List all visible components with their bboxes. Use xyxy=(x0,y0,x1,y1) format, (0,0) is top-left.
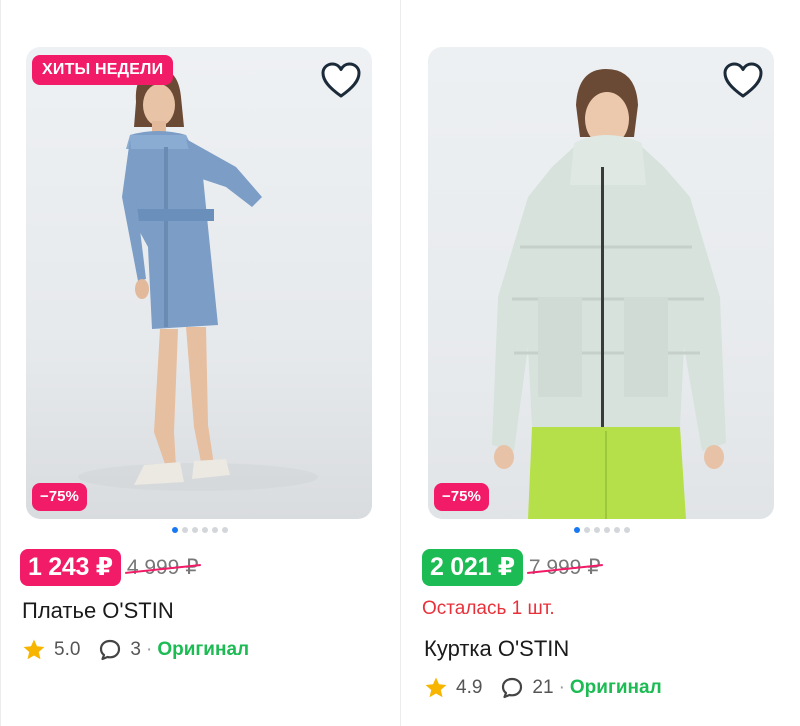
pager-dot-active[interactable] xyxy=(172,527,178,533)
pager-dot[interactable] xyxy=(192,527,198,533)
product-photo[interactable]: ХИТЫ НЕДЕЛИ −75% xyxy=(26,47,372,519)
pager-dot[interactable] xyxy=(614,527,620,533)
reviews-count: 21 xyxy=(532,676,554,698)
star-icon xyxy=(425,677,447,698)
reviews-count: 3 xyxy=(130,638,141,660)
rating-value: 5.0 xyxy=(54,638,81,660)
favorite-button[interactable] xyxy=(720,57,766,103)
image-pager[interactable] xyxy=(20,527,380,533)
discount-badge: −75% xyxy=(434,483,489,511)
rating-row: 5.0 3 · Оригинал xyxy=(22,638,249,661)
original-label: Оригинал xyxy=(157,638,250,660)
price-row: 1 243 ₽ 4 999 ₽ xyxy=(20,549,199,586)
favorite-button[interactable] xyxy=(318,57,364,103)
product-title[interactable]: Платье O'STIN xyxy=(22,598,174,624)
hits-of-week-badge: ХИТЫ НЕДЕЛИ xyxy=(32,55,174,85)
pager-dot[interactable] xyxy=(604,527,610,533)
chat-bubble-icon xyxy=(100,639,121,661)
pager-dot[interactable] xyxy=(212,527,218,533)
pager-dot[interactable] xyxy=(202,527,208,533)
rating-row: 4.9 21 · Оригинал xyxy=(424,676,662,699)
star-icon xyxy=(23,639,45,660)
original-label: Оригинал xyxy=(569,676,662,698)
old-price: 7 999 ₽ xyxy=(528,556,601,579)
dress-model-illustration xyxy=(78,68,318,491)
pager-dot-active[interactable] xyxy=(574,527,580,533)
product-photo[interactable]: −75% xyxy=(428,47,774,519)
meta-separator: · xyxy=(558,676,565,698)
current-price: 1 243 ₽ xyxy=(20,549,121,586)
meta-separator: · xyxy=(146,638,153,660)
discount-badge: −75% xyxy=(32,483,87,511)
pager-dot[interactable] xyxy=(624,527,630,533)
heart-icon xyxy=(723,62,763,98)
old-price: 4 999 ₽ xyxy=(126,556,199,579)
product-card-dress[interactable]: ХИТЫ НЕДЕЛИ −75% 1 243 ₽ 4 999 ₽ Платье … xyxy=(20,0,380,726)
grid-divider-left xyxy=(0,0,1,726)
reviews-link[interactable]: 3 xyxy=(98,638,141,661)
jacket-model-illustration xyxy=(492,69,726,519)
current-price: 2 021 ₽ xyxy=(422,549,523,586)
pager-dot[interactable] xyxy=(584,527,590,533)
image-pager[interactable] xyxy=(422,527,782,533)
product-card-jacket[interactable]: −75% 2 021 ₽ 7 999 ₽ Осталась 1 шт. Курт… xyxy=(422,0,782,726)
chat-bubble-icon xyxy=(502,677,523,699)
product-title[interactable]: Куртка O'STIN xyxy=(424,636,569,662)
stock-note: Осталась 1 шт. xyxy=(422,598,555,619)
pager-dot[interactable] xyxy=(594,527,600,533)
price-row: 2 021 ₽ 7 999 ₽ xyxy=(422,549,601,586)
rating-value: 4.9 xyxy=(456,676,483,698)
pager-dot[interactable] xyxy=(222,527,228,533)
reviews-link[interactable]: 21 xyxy=(500,676,554,699)
pager-dot[interactable] xyxy=(182,527,188,533)
heart-icon xyxy=(321,62,361,98)
grid-divider-middle xyxy=(400,0,401,726)
